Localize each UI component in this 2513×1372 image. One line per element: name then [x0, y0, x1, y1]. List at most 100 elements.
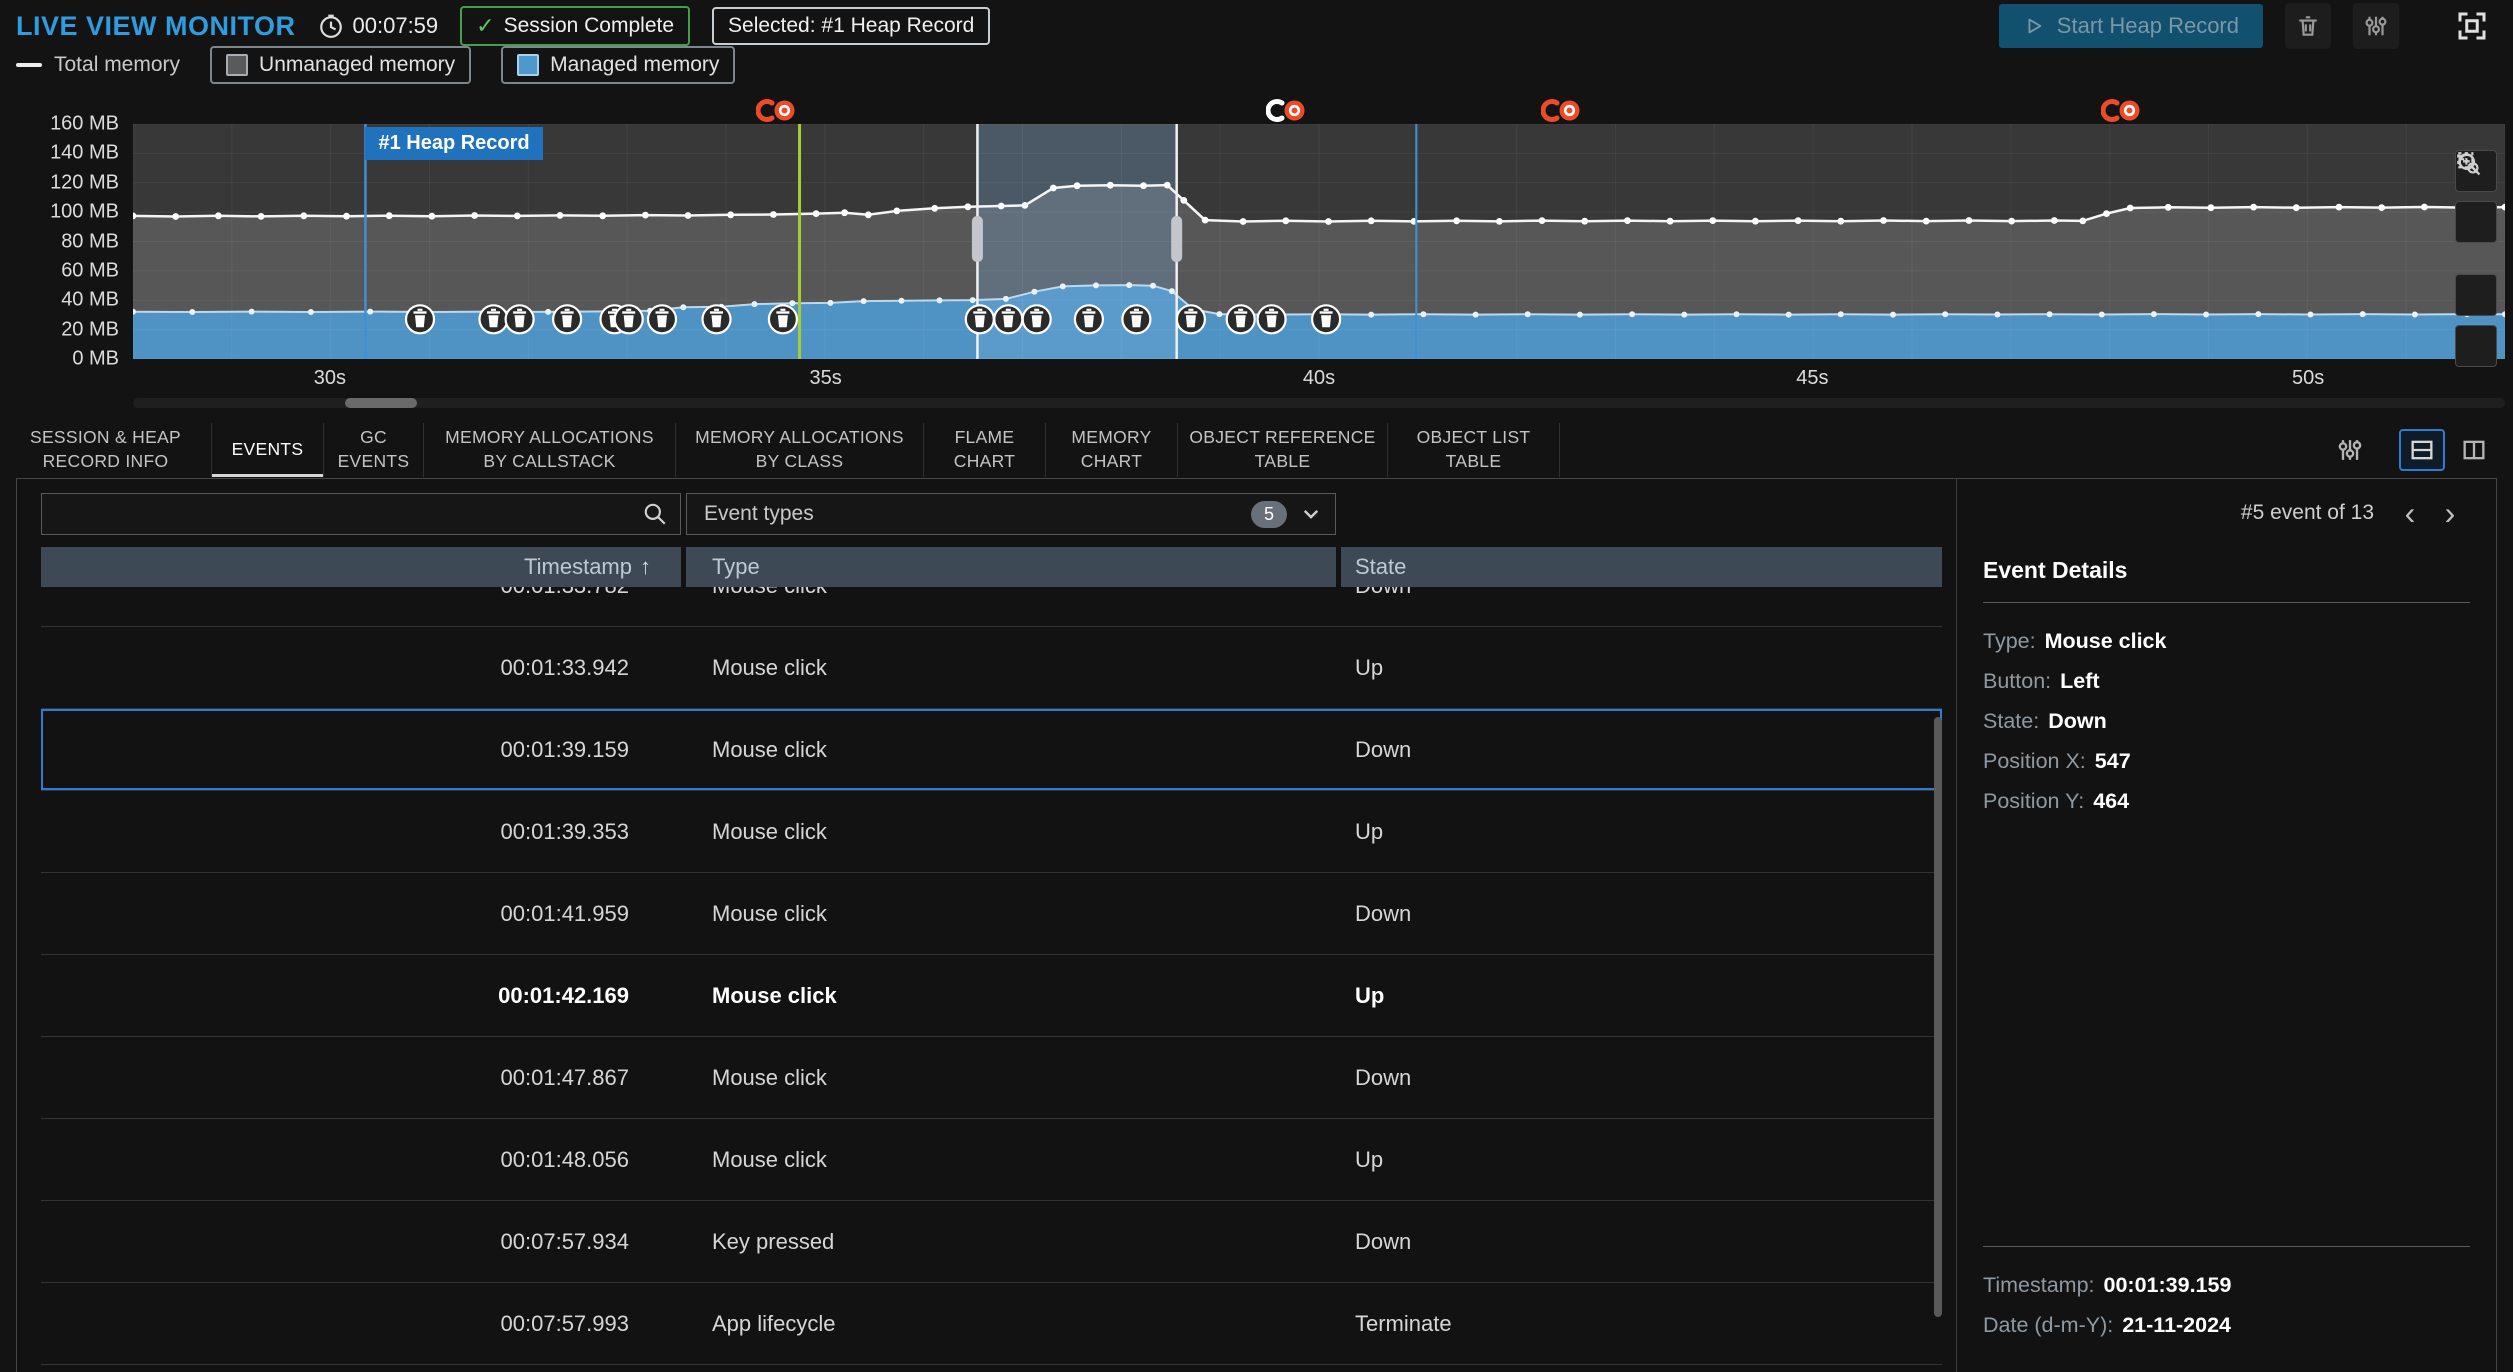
- detail-field-value: 00:01:39.159: [2104, 1273, 2232, 1297]
- app-lifecycle-marker-selected[interactable]: [1266, 97, 1306, 124]
- sliders-icon: [2363, 13, 2389, 39]
- chart-horizontal-scrollbar[interactable]: [133, 397, 2505, 409]
- cell-type: Mouse click: [686, 587, 1336, 599]
- heap-record-flag[interactable]: #1 Heap Record: [365, 127, 542, 160]
- y-axis-label: 0 MB: [72, 348, 119, 371]
- settings-sliders-button[interactable]: [2353, 3, 2399, 49]
- split-vertical-button[interactable]: [2451, 429, 2497, 471]
- y-axis-label: 100 MB: [50, 201, 119, 224]
- chevron-right-icon: ›: [2445, 497, 2456, 529]
- table-row[interactable]: 00:01:42.169Mouse clickUp: [41, 955, 1942, 1037]
- tab-memory-allocations-by-callstack[interactable]: MEMORY ALLOCATIONS BY CALLSTACK: [424, 423, 676, 477]
- app-lifecycle-marker[interactable]: [756, 97, 796, 124]
- type-header-label: Type: [712, 554, 760, 580]
- detail-field: Position Y:464: [1983, 781, 2470, 821]
- next-event-button[interactable]: ›: [2430, 493, 2470, 533]
- table-row[interactable]: 00:01:39.159Mouse clickDown: [41, 709, 1942, 791]
- cell-timestamp: 00:01:33.782: [41, 587, 681, 599]
- sort-ascending-icon: ↑: [640, 554, 651, 580]
- cell-state: Up: [1341, 983, 1942, 1009]
- trash-icon: [2295, 13, 2321, 39]
- column-header-timestamp[interactable]: Timestamp ↑: [41, 547, 681, 587]
- session-timer-value: 00:07:59: [353, 13, 439, 39]
- scrollbar-thumb[interactable]: [345, 398, 417, 408]
- cell-timestamp: 00:07:57.993: [41, 1311, 681, 1337]
- zoom-selection-button[interactable]: [2455, 274, 2497, 316]
- cell-timestamp: 00:01:47.867: [41, 1065, 681, 1091]
- table-row[interactable]: 00:01:48.056Mouse clickUp: [41, 1119, 1942, 1201]
- gc-event-marker: [1227, 305, 1255, 333]
- table-row[interactable]: 00:07:57.934Key pressedDown: [41, 1201, 1942, 1283]
- events-search-box[interactable]: [41, 493, 681, 535]
- zoom-in-button[interactable]: [2455, 201, 2497, 243]
- start-heap-record-button[interactable]: Start Heap Record: [1999, 4, 2263, 48]
- tab-flame-chart[interactable]: FLAME CHART: [924, 423, 1046, 477]
- tab-object-list-table[interactable]: OBJECT LIST TABLE: [1388, 423, 1560, 477]
- legend-toggle-unmanaged[interactable]: Unmanaged memory: [210, 46, 471, 84]
- cell-type: Mouse click: [686, 983, 1336, 1009]
- events-table-area: Event types 5 Timestamp ↑ Type State 00:: [17, 479, 1956, 1372]
- gc-event-marker: [406, 305, 434, 333]
- cell-state: Down: [1341, 1229, 1942, 1255]
- gc-event-marker: [1122, 305, 1150, 333]
- unmanaged-memory-swatch: [226, 54, 248, 76]
- gc-event-marker: [769, 305, 797, 333]
- y-axis-label: 60 MB: [61, 259, 119, 282]
- detail-field: Position X:547: [1983, 741, 2470, 781]
- split-horizontal-icon: [2408, 436, 2436, 464]
- y-axis-label: 80 MB: [61, 230, 119, 253]
- check-icon: ✓: [476, 13, 494, 39]
- session-timer: 00:07:59: [318, 13, 439, 39]
- chart-plot-area[interactable]: #1 Heap Record: [133, 124, 2505, 359]
- total-memory-line-swatch: [16, 63, 42, 67]
- bottom-tab-bar: SESSION & HEAP RECORD INFOEVENTSGC EVENT…: [0, 423, 2513, 477]
- scrollbar-track: [133, 398, 2505, 408]
- events-table-header: Timestamp ↑ Type State: [41, 547, 1942, 587]
- cell-timestamp: 00:01:41.959: [41, 901, 681, 927]
- event-types-dropdown[interactable]: Event types 5: [686, 493, 1336, 535]
- start-heap-record-label: Start Heap Record: [2057, 13, 2239, 39]
- column-header-type[interactable]: Type: [686, 547, 1336, 587]
- page-title: LIVE VIEW MONITOR: [16, 11, 296, 42]
- table-row[interactable]: 00:01:47.867Mouse clickDown: [41, 1037, 1942, 1119]
- tab-session-heap-record-info[interactable]: SESSION & HEAP RECORD INFO: [0, 423, 212, 477]
- search-input[interactable]: [54, 502, 642, 526]
- table-row[interactable]: 00:07:57.993App lifecycleTerminate: [41, 1283, 1942, 1365]
- legend-toggle-managed[interactable]: Managed memory: [501, 46, 735, 84]
- gc-event-marker: [1023, 305, 1051, 333]
- selection-handle: [1171, 216, 1182, 262]
- tab-memory-allocations-by-class[interactable]: MEMORY ALLOCATIONS BY CLASS: [676, 423, 924, 477]
- tab-gc-events[interactable]: GC EVENTS: [324, 423, 424, 477]
- events-vertical-scrollbar[interactable]: [1934, 717, 1942, 1317]
- app-lifecycle-marker-row: [133, 84, 2505, 124]
- table-row[interactable]: 00:01:33.782Mouse clickDown: [41, 587, 1942, 627]
- cell-type: Mouse click: [686, 1147, 1336, 1173]
- tab-events[interactable]: EVENTS: [212, 423, 324, 477]
- previous-event-button[interactable]: ‹: [2390, 493, 2430, 533]
- cell-state: Up: [1341, 819, 1942, 845]
- split-horizontal-button[interactable]: [2399, 429, 2445, 471]
- fullscreen-button[interactable]: [2447, 1, 2497, 51]
- cell-type: Mouse click: [686, 655, 1336, 681]
- app-lifecycle-marker[interactable]: [1541, 97, 1581, 124]
- gc-event-marker: [480, 305, 508, 333]
- cell-timestamp: 00:07:57.934: [41, 1229, 681, 1255]
- tab-object-reference-table[interactable]: OBJECT REFERENCE TABLE: [1178, 423, 1388, 477]
- events-filter-row: Event types 5: [41, 493, 1942, 535]
- table-row[interactable]: 00:01:41.959Mouse clickDown: [41, 873, 1942, 955]
- tab-memory-chart[interactable]: MEMORY CHART: [1046, 423, 1178, 477]
- table-row[interactable]: 00:01:39.353Mouse clickUp: [41, 791, 1942, 873]
- chart-legend: Total memory Unmanaged memory Managed me…: [0, 46, 2513, 84]
- column-header-state[interactable]: State: [1341, 547, 1942, 587]
- session-status-badge: ✓ Session Complete: [460, 6, 690, 46]
- app-lifecycle-marker[interactable]: [2101, 97, 2141, 124]
- table-row[interactable]: 00:01:33.942Mouse clickUp: [41, 627, 1942, 709]
- gc-event-marker: [615, 305, 643, 333]
- memory-chart: 160 MB140 MB120 MB100 MB80 MB60 MB40 MB2…: [0, 124, 2513, 359]
- details-divider: [1983, 602, 2470, 603]
- sliders-icon: [2336, 436, 2364, 464]
- chart-zoom-toolbar: [2455, 150, 2497, 367]
- clear-session-button[interactable]: [2285, 3, 2331, 49]
- table-filter-button[interactable]: [2327, 429, 2373, 471]
- timestamp-header-label: Timestamp: [524, 554, 632, 580]
